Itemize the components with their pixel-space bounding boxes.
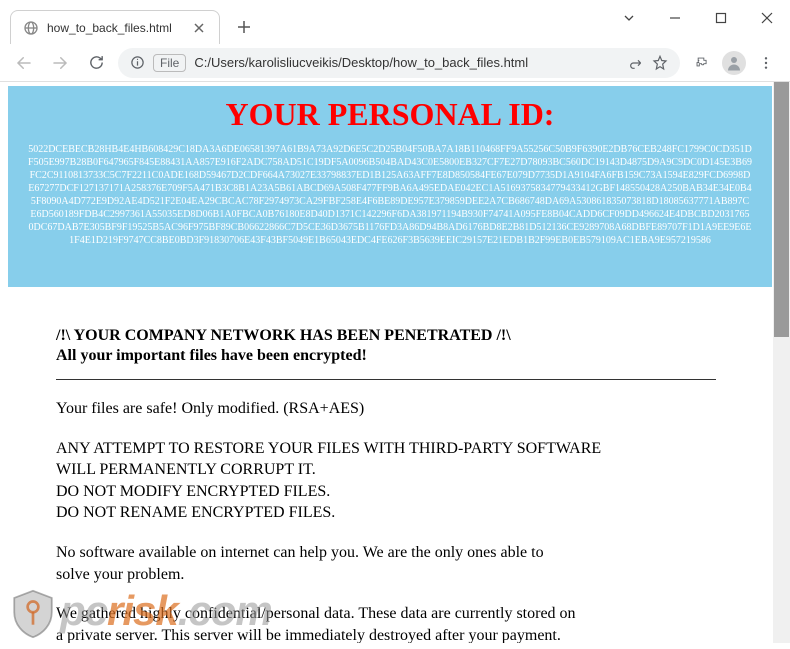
p2l4: DO NOT RENAME ENCRYPTED FILES. xyxy=(56,504,335,521)
maximize-button[interactable] xyxy=(698,0,744,36)
menu-button[interactable] xyxy=(752,49,780,77)
p2l2: WILL PERMANENTLY CORRUPT IT. xyxy=(56,461,316,478)
tab-close-icon[interactable] xyxy=(191,20,207,36)
back-button[interactable] xyxy=(10,49,38,77)
bookmark-icon[interactable] xyxy=(652,55,668,71)
p3l2: solve your problem. xyxy=(56,566,184,583)
para-1: Your files are safe! Only modified. (RSA… xyxy=(56,398,760,420)
p2l3: DO NOT MODIFY ENCRYPTED FILES. xyxy=(56,483,330,500)
tab-title: how_to_back_files.html xyxy=(47,21,191,35)
new-tab-button[interactable] xyxy=(230,13,258,41)
para-3: No software available on internet can he… xyxy=(56,542,760,585)
headline-2: All your important files have been encry… xyxy=(56,347,760,365)
info-icon xyxy=(130,55,145,70)
minimize-button[interactable] xyxy=(652,0,698,36)
titlebar: how_to_back_files.html xyxy=(0,0,790,44)
viewport: YOUR PERSONAL ID: 5022DCEBECB28HB4E4HB60… xyxy=(0,82,790,643)
ransom-body: /!\ YOUR COMPANY NETWORK HAS BEEN PENETR… xyxy=(56,327,760,643)
p4l2: a private server. This server will be im… xyxy=(56,627,561,643)
para-2: ANY ATTEMPT TO RESTORE YOUR FILES WITH T… xyxy=(56,438,760,524)
close-button[interactable] xyxy=(744,0,790,36)
toolbar-right xyxy=(688,49,780,77)
window-controls xyxy=(606,0,790,36)
reload-button[interactable] xyxy=(82,49,110,77)
profile-avatar[interactable] xyxy=(722,51,746,75)
toolbar: File C:/Users/karolisliucveikis/Desktop/… xyxy=(0,44,790,82)
para-4: We gathered highly confidential/personal… xyxy=(56,603,760,643)
id-title: YOUR PERSONAL ID: xyxy=(28,96,752,133)
divider xyxy=(56,379,716,380)
file-icon xyxy=(23,20,39,36)
address-bar[interactable]: File C:/Users/karolisliucveikis/Desktop/… xyxy=(118,48,680,78)
page-content: YOUR PERSONAL ID: 5022DCEBECB28HB4E4HB60… xyxy=(0,86,790,643)
id-banner: YOUR PERSONAL ID: 5022DCEBECB28HB4E4HB60… xyxy=(8,86,772,287)
browser-tab[interactable]: how_to_back_files.html xyxy=(10,10,220,44)
p3l1: No software available on internet can he… xyxy=(56,544,544,561)
extensions-button[interactable] xyxy=(688,49,716,77)
url-text: C:/Users/karolisliucveikis/Desktop/how_t… xyxy=(194,55,620,70)
chevron-down-icon[interactable] xyxy=(606,0,652,36)
tab-strip: how_to_back_files.html xyxy=(0,0,258,44)
headline-1: /!\ YOUR COMPANY NETWORK HAS BEEN PENETR… xyxy=(56,327,760,345)
p4l1: We gathered highly confidential/personal… xyxy=(56,605,576,622)
share-icon[interactable] xyxy=(628,55,644,71)
id-hex: 5022DCEBECB28HB4E4HB608429C18DA3A6DE0658… xyxy=(28,143,752,247)
p2l1: ANY ATTEMPT TO RESTORE YOUR FILES WITH T… xyxy=(56,440,601,457)
forward-button[interactable] xyxy=(46,49,74,77)
scrollbar-track[interactable] xyxy=(773,82,790,643)
scrollbar-thumb[interactable] xyxy=(774,82,789,337)
file-chip: File xyxy=(153,54,186,72)
